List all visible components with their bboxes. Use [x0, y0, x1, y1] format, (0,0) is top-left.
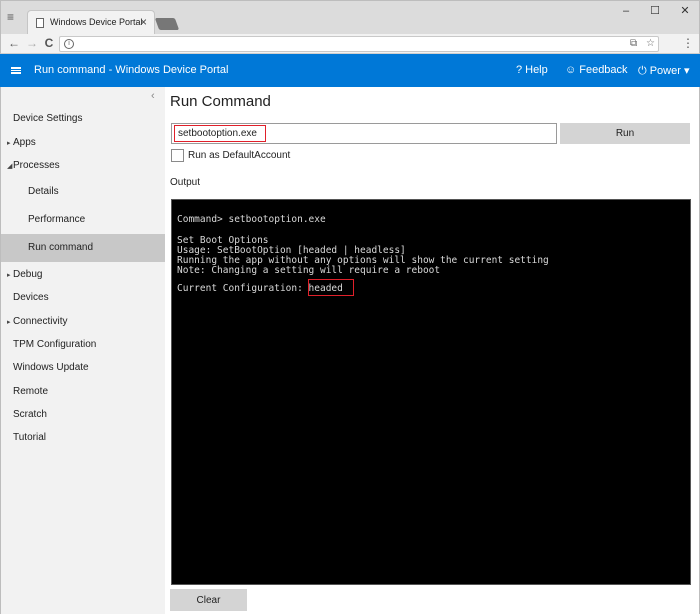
- output-label: Output: [170, 177, 201, 188]
- browser-kebab-icon[interactable]: ⋮: [681, 36, 695, 50]
- power-icon: ⏻: [638, 65, 647, 77]
- sidebar-item-scratch[interactable]: Scratch: [1, 403, 166, 427]
- browser-menu-icon[interactable]: ≡: [7, 11, 21, 23]
- translate-icon[interactable]: ⧉: [630, 38, 637, 49]
- sidebar: ‹ Device Settings ▸ Apps ◢Processes Detai…: [0, 87, 166, 614]
- output-console: Command> setbootoption.exe Set Boot Opti…: [171, 199, 691, 585]
- sidebar-item-processes[interactable]: ◢Processes: [1, 154, 166, 178]
- help-link[interactable]: ? Help: [516, 64, 548, 76]
- main-content: Run Command Run Run as DefaultAccount Ou…: [165, 87, 700, 614]
- feedback-link[interactable]: ☺ Feedback: [565, 64, 628, 76]
- back-icon[interactable]: ←: [7, 36, 21, 50]
- sidebar-item-device-settings[interactable]: Device Settings: [1, 107, 166, 131]
- forward-icon[interactable]: →: [25, 36, 39, 50]
- browser-navbar: ← → C i ⧉ ☆ ⋮: [0, 34, 700, 54]
- feedback-icon: ☺: [565, 64, 577, 76]
- reload-icon[interactable]: C: [42, 36, 56, 50]
- sidebar-item-apps[interactable]: ▸ Apps: [1, 131, 166, 155]
- run-button[interactable]: Run: [560, 123, 690, 144]
- browser-tab[interactable]: Windows Device Portal ×: [27, 10, 155, 35]
- checkbox-label: Run as DefaultAccount: [188, 150, 291, 161]
- sidebar-item-devices[interactable]: Devices: [1, 286, 166, 310]
- sidebar-item-tutorial[interactable]: Tutorial: [1, 426, 166, 450]
- power-menu[interactable]: ⏻ Power ▾: [638, 64, 689, 78]
- page-icon: [36, 18, 44, 28]
- help-icon: ?: [516, 64, 523, 76]
- feedback-label: Feedback: [579, 64, 628, 76]
- maximize-button[interactable]: ☐: [647, 4, 663, 18]
- bookmark-star-icon[interactable]: ☆: [646, 38, 655, 49]
- hamburger-icon[interactable]: [11, 67, 21, 74]
- power-label: Power: [649, 65, 681, 77]
- console-line: Command> setbootoption.exe: [177, 214, 326, 225]
- run-as-default-account-checkbox[interactable]: [171, 149, 184, 162]
- sidebar-item-details[interactable]: Details: [1, 180, 166, 204]
- collapse-sidebar-icon[interactable]: ‹: [151, 90, 155, 102]
- tab-close-icon[interactable]: ×: [140, 15, 147, 29]
- sidebar-item-tpm-configuration[interactable]: TPM Configuration: [1, 333, 166, 357]
- sidebar-item-debug[interactable]: ▸ Debug: [1, 263, 166, 287]
- address-bar[interactable]: i ⧉ ☆: [59, 36, 659, 52]
- sidebar-item-windows-update[interactable]: Windows Update: [1, 356, 166, 380]
- close-window-button[interactable]: ✕: [677, 4, 693, 18]
- chevron-down-icon: ▾: [683, 65, 690, 77]
- sidebar-item-performance[interactable]: Performance: [1, 208, 166, 232]
- sidebar-item-run-command[interactable]: Run command: [1, 234, 166, 262]
- info-icon[interactable]: i: [64, 39, 74, 49]
- sidebar-item-remote[interactable]: Remote: [1, 380, 166, 404]
- command-input[interactable]: [171, 123, 557, 144]
- app-title: Run command - Windows Device Portal: [34, 64, 229, 76]
- sidebar-item-connectivity[interactable]: ▸ Connectivity: [1, 310, 166, 334]
- configuration-highlight-box: [308, 279, 354, 296]
- minimize-button[interactable]: –: [618, 4, 634, 18]
- clear-button[interactable]: Clear: [170, 589, 247, 611]
- new-tab-button[interactable]: [154, 18, 180, 30]
- console-line: Note: Changing a setting will require a …: [177, 265, 441, 276]
- tab-title: Windows Device Portal: [50, 17, 143, 27]
- app-header: Run command - Windows Device Portal ? Hel…: [0, 54, 700, 87]
- help-label: Help: [525, 64, 548, 76]
- browser-titlebar: ≡ Windows Device Portal × – ☐ ✕: [0, 0, 700, 35]
- page-title: Run Command: [170, 93, 271, 110]
